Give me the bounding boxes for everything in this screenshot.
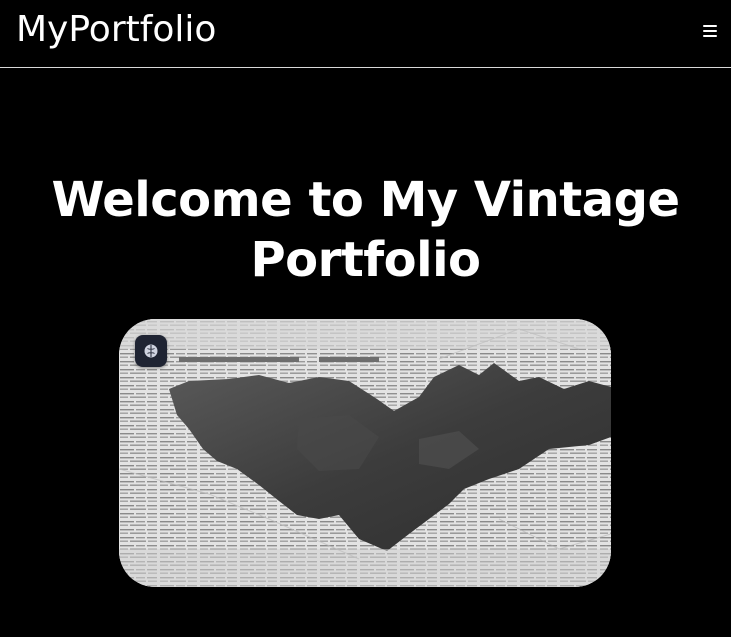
brain-icon[interactable] xyxy=(135,335,167,367)
site-header: MyPortfolio xyxy=(0,0,731,68)
hero-title: Welcome to My Vintage Portfolio xyxy=(51,172,680,288)
site-logo[interactable]: MyPortfolio xyxy=(16,4,216,56)
page: MyPortfolio Welcome to My Vintage Portfo… xyxy=(0,0,731,637)
hamburger-menu-icon[interactable] xyxy=(703,25,717,37)
torn-newspaper-image xyxy=(119,319,611,587)
